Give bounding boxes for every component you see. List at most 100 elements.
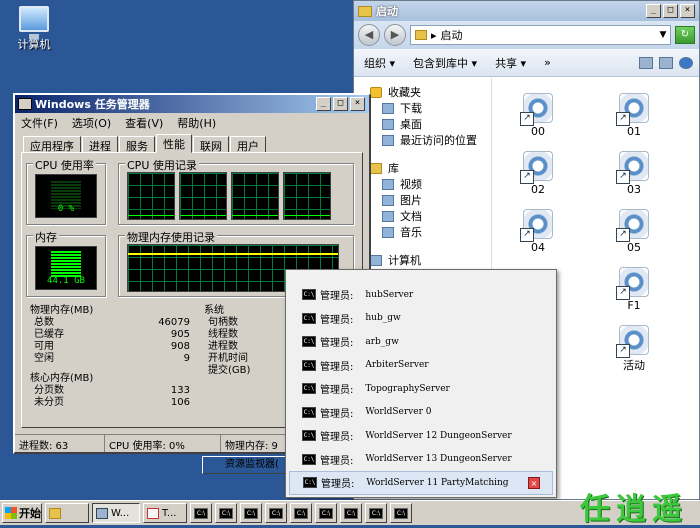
tab-services[interactable]: 服务 — [119, 136, 155, 153]
status-cpu: CPU 使用率: 0% — [105, 435, 221, 452]
file-item[interactable]: 00 — [518, 93, 558, 138]
taskbar-console-button[interactable]: C:\ — [265, 503, 287, 523]
file-item[interactable]: 05 — [614, 209, 654, 254]
explorer-titlebar[interactable]: 启动 _ □ × — [354, 1, 699, 21]
taskbar-java-button[interactable]: T... — [143, 503, 187, 523]
file-item[interactable]: 活动 — [614, 325, 654, 373]
picture-icon — [382, 194, 394, 206]
task-manager-icon — [96, 507, 108, 519]
popup-window-item-hovered[interactable]: C:\ 管理员: WorldServer 11 PartyMatching × — [289, 471, 553, 495]
console-icon: C:\ — [302, 453, 316, 465]
taskbar-explorer-button[interactable] — [45, 503, 89, 523]
help-icon[interactable] — [679, 56, 693, 69]
nav-computer[interactable]: 计算机 — [354, 252, 491, 268]
forward-button[interactable]: ▶ — [384, 24, 406, 46]
computer-icon — [19, 6, 49, 39]
nav-favorites[interactable]: 收藏夹 — [354, 84, 491, 100]
console-icon: C:\ — [319, 507, 333, 519]
nav-libraries[interactable]: 库 — [354, 160, 491, 176]
taskbar-group-popup: C:\ 管理员: hubServer C:\ 管理员: hub_gw C:\ 管理员: ar… — [285, 269, 557, 498]
chevron-down-icon[interactable]: ▼ — [656, 30, 670, 40]
nav-documents[interactable]: 文档 — [354, 208, 491, 224]
maximize-button[interactable]: □ — [663, 4, 678, 18]
minimize-button[interactable]: _ — [316, 97, 331, 111]
nav-desktop[interactable]: 桌面 — [354, 116, 491, 132]
memory-label: 内存 — [33, 229, 59, 245]
taskbar-console-button[interactable]: C:\ — [190, 503, 212, 523]
file-item[interactable]: 01 — [614, 93, 654, 138]
popup-window-item[interactable]: C:\ 管理员: WorldServer 12 DungeonServer — [286, 424, 556, 448]
taskbar-console-button[interactable]: C:\ — [290, 503, 312, 523]
nav-pictures[interactable]: 图片 — [354, 192, 491, 208]
console-icon: C:\ — [194, 507, 208, 519]
address-bar-row: ◀ ▶ ▸ 启动 ▼ ↻ — [354, 21, 699, 49]
shortcut-gear-icon — [520, 209, 553, 242]
file-item[interactable]: 04 — [518, 209, 558, 254]
nav-downloads[interactable]: 下载 — [354, 100, 491, 116]
close-icon[interactable]: × — [528, 476, 540, 489]
tab-users[interactable]: 用户 — [230, 136, 266, 153]
memory-value: 44.1 GB — [47, 276, 85, 286]
organize-button[interactable]: 组织 ▾ — [364, 55, 395, 71]
library-icon — [370, 162, 382, 174]
task-manager-title: Windows 任务管理器 — [35, 98, 150, 111]
nav-recent[interactable]: 最近访问的位置 — [354, 132, 491, 148]
watermark-logo: 任逍遥 — [580, 492, 688, 527]
tab-processes[interactable]: 进程 — [82, 136, 118, 153]
popup-window-item[interactable]: C:\ 管理员: WorldServer 0 — [286, 401, 556, 425]
task-manager-titlebar[interactable]: Windows 任务管理器 _ □ × — [15, 95, 369, 113]
share-button[interactable]: 共享 ▾ — [495, 55, 526, 71]
close-button[interactable]: × — [680, 4, 695, 18]
popup-window-item[interactable]: C:\ 管理员: WorldServer 13 DungeonServer — [286, 448, 556, 472]
tab-networking[interactable]: 联网 — [193, 136, 229, 153]
recent-icon — [382, 134, 394, 146]
shortcut-gear-icon — [616, 209, 649, 242]
include-library-button[interactable]: 包含到库中 ▾ — [413, 55, 477, 71]
taskbar-console-button[interactable]: C:\ — [315, 503, 337, 523]
menu-view[interactable]: 查看(V) — [125, 115, 163, 130]
more-button[interactable]: » — [544, 56, 551, 69]
computer-desktop-icon[interactable]: 计算机 — [8, 6, 60, 52]
tab-performance[interactable]: 性能 — [156, 134, 192, 153]
nav-music[interactable]: 音乐 — [354, 224, 491, 240]
view-options-icon[interactable] — [639, 56, 653, 69]
preview-pane-icon[interactable] — [659, 56, 673, 69]
console-icon: C:\ — [344, 507, 358, 519]
cpu-history-graph — [127, 172, 175, 220]
status-processes: 进程数: 63 — [15, 435, 105, 452]
address-input[interactable]: ▸ 启动 ▼ — [410, 25, 671, 45]
nav-videos[interactable]: 视频 — [354, 176, 491, 192]
popup-window-item[interactable]: C:\ 管理员: ArbiterServer — [286, 354, 556, 378]
file-item[interactable]: F1 — [614, 267, 654, 312]
popup-window-item[interactable]: C:\ 管理员: arb_gw — [286, 330, 556, 354]
cpu-history-group: CPU 使用记录 — [118, 157, 354, 225]
menu-file[interactable]: 文件(F) — [21, 115, 58, 130]
maximize-button[interactable]: □ — [333, 97, 348, 111]
popup-window-item[interactable]: C:\ 管理员: hub_gw — [286, 307, 556, 331]
cpu-usage-meter: 0 % — [35, 174, 97, 218]
taskbar-console-button[interactable]: C:\ — [240, 503, 262, 523]
java-icon — [147, 507, 159, 519]
console-icon: C:\ — [302, 406, 316, 418]
start-button[interactable]: 开始 — [2, 503, 42, 523]
physical-memory-stats: 物理内存(MB) 总数 46079 已缓存 905 可用 908 空闲 9 — [30, 305, 190, 364]
shortcut-gear-icon — [520, 93, 553, 126]
taskbar-taskmgr-button[interactable]: W... — [92, 503, 140, 523]
taskbar-console-button[interactable]: C:\ — [215, 503, 237, 523]
video-icon — [382, 178, 394, 190]
tab-applications[interactable]: 应用程序 — [23, 136, 81, 153]
back-button[interactable]: ◀ — [358, 24, 380, 46]
taskbar-console-button[interactable]: C:\ — [365, 503, 387, 523]
minimize-button[interactable]: _ — [646, 4, 661, 18]
taskbar-console-button[interactable]: C:\ — [390, 503, 412, 523]
close-button[interactable]: × — [350, 97, 365, 111]
menu-options[interactable]: 选项(O) — [72, 115, 111, 130]
taskbar-console-button[interactable]: C:\ — [340, 503, 362, 523]
popup-window-item[interactable]: C:\ 管理员: TopographyServer — [286, 377, 556, 401]
refresh-button[interactable]: ↻ — [675, 26, 695, 44]
windows-logo-icon — [5, 507, 17, 519]
file-item[interactable]: 03 — [614, 151, 654, 196]
file-item[interactable]: 02 — [518, 151, 558, 196]
menu-help[interactable]: 帮助(H) — [177, 115, 216, 130]
popup-window-item[interactable]: C:\ 管理员: hubServer — [286, 283, 556, 307]
